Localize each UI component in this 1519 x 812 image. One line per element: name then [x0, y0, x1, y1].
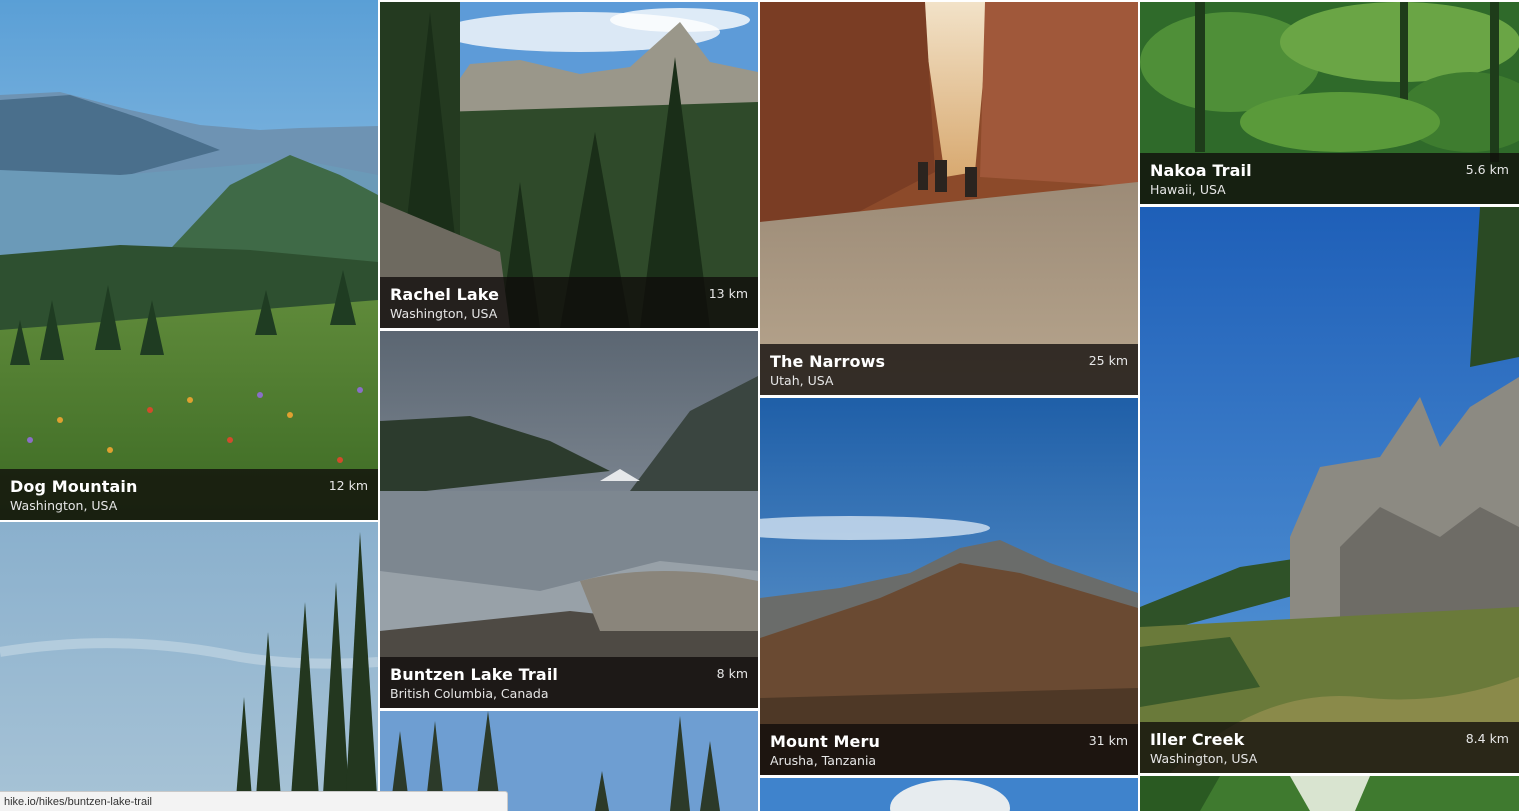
hike-card-mount-meru[interactable]: Mount Meru Arusha, Tanzania 31 km [760, 398, 1138, 775]
hike-photo [1140, 776, 1519, 811]
hike-distance: 8 km [716, 666, 748, 681]
hike-card-partial[interactable] [760, 778, 1138, 811]
hike-location: Washington, USA [10, 498, 118, 513]
hike-location: Washington, USA [1150, 751, 1258, 766]
hike-caption: Dog Mountain Washington, USA 12 km [0, 469, 378, 520]
hike-caption: Mount Meru Arusha, Tanzania 31 km [760, 724, 1138, 775]
hike-name: Dog Mountain [10, 477, 138, 496]
hike-card-rachel-lake[interactable]: Rachel Lake Washington, USA 13 km [380, 2, 758, 328]
hike-location: Utah, USA [770, 373, 834, 388]
hike-name: Rachel Lake [390, 285, 500, 304]
hike-photo [760, 778, 1138, 811]
hike-location: Hawaii, USA [1150, 182, 1226, 197]
hike-location: British Columbia, Canada [390, 686, 549, 701]
hike-name: Buntzen Lake Trail [390, 665, 558, 684]
hike-photo [0, 0, 378, 520]
hike-name: Iller Creek [1150, 730, 1245, 749]
hike-location: Washington, USA [390, 306, 498, 321]
hike-photo [760, 2, 1138, 395]
hike-caption: The Narrows Utah, USA 25 km [760, 344, 1138, 395]
hike-distance: 31 km [1088, 733, 1128, 748]
hike-distance: 12 km [328, 478, 368, 493]
hike-distance: 5.6 km [1465, 162, 1509, 177]
hike-photo [0, 522, 378, 811]
hike-distance: 13 km [708, 286, 748, 301]
hike-card-partial[interactable] [0, 522, 378, 811]
hike-card-dog-mountain[interactable]: Dog Mountain Washington, USA 12 km [0, 0, 378, 520]
hike-card-nakoa-trail[interactable]: Nakoa Trail Hawaii, USA 5.6 km [1140, 2, 1519, 204]
hike-card-iller-creek[interactable]: Iller Creek Washington, USA 8.4 km [1140, 207, 1519, 773]
hike-distance: 25 km [1088, 353, 1128, 368]
hike-card-buntzen-lake-trail[interactable]: Buntzen Lake Trail British Columbia, Can… [380, 331, 758, 708]
hike-name: Nakoa Trail [1150, 161, 1252, 180]
hike-photo [1140, 207, 1519, 773]
hike-caption: Iller Creek Washington, USA 8.4 km [1140, 722, 1519, 773]
hike-caption: Rachel Lake Washington, USA 13 km [380, 277, 758, 328]
hike-distance: 8.4 km [1465, 731, 1509, 746]
hike-photo [380, 331, 758, 708]
hike-grid: Dog Mountain Washington, USA 12 km Rache… [0, 0, 1519, 811]
hike-caption: Nakoa Trail Hawaii, USA 5.6 km [1140, 153, 1519, 204]
link-status-bar: hike.io/hikes/buntzen-lake-trail [0, 791, 508, 811]
hike-name: Mount Meru [770, 732, 880, 751]
hike-card-partial[interactable] [1140, 776, 1519, 811]
hike-location: Arusha, Tanzania [770, 753, 877, 768]
hike-card-the-narrows[interactable]: The Narrows Utah, USA 25 km [760, 2, 1138, 395]
hike-name: The Narrows [770, 352, 886, 371]
hike-photo [760, 398, 1138, 775]
hike-caption: Buntzen Lake Trail British Columbia, Can… [380, 657, 758, 708]
